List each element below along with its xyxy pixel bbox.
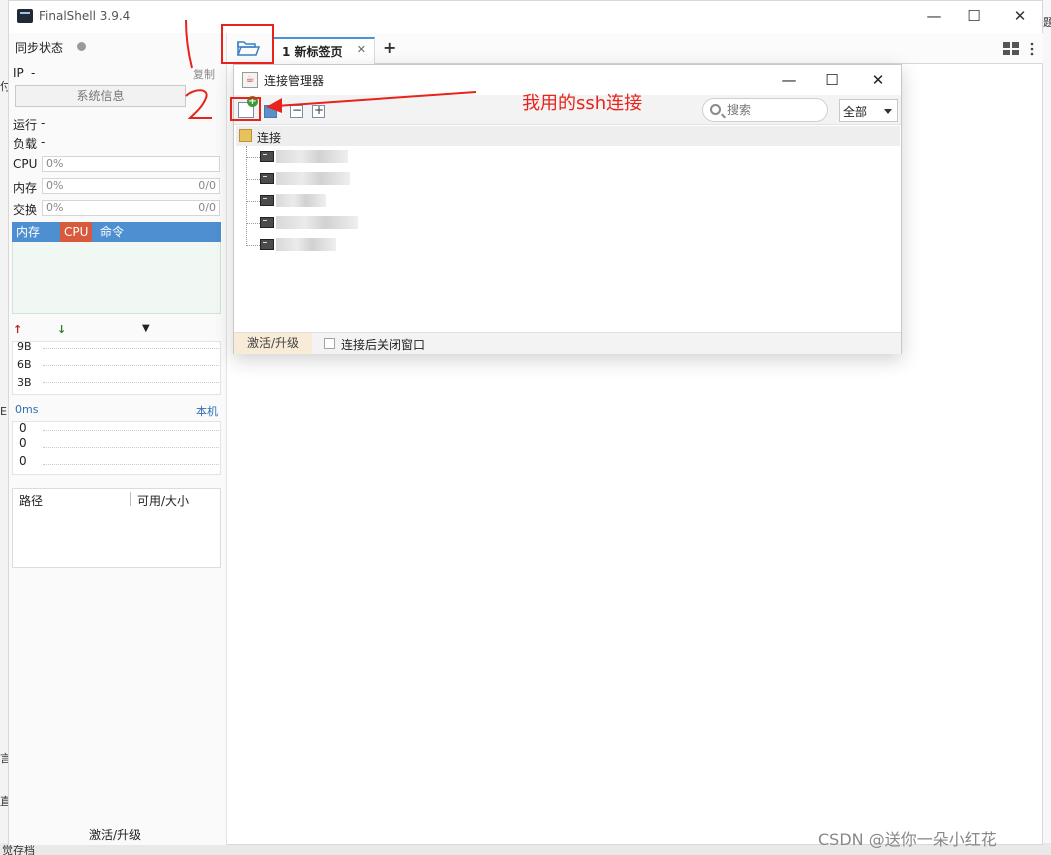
search-input[interactable] xyxy=(727,102,823,118)
redacted-connection-name xyxy=(276,238,336,251)
sync-status-label: 同步状态 xyxy=(15,41,64,55)
terminal-icon xyxy=(260,151,274,162)
connection-tree: 连接 xyxy=(234,126,901,332)
process-tab-memory[interactable]: 内存 xyxy=(12,222,44,242)
load-label: 负载 xyxy=(13,137,38,151)
grid-line xyxy=(43,447,219,448)
load-value: - xyxy=(41,135,46,149)
redacted-connection-name xyxy=(276,194,326,207)
ping-scale-label: 0 xyxy=(19,436,27,450)
redacted-connection-name xyxy=(276,150,348,163)
swap-meter: 0% 0/0 xyxy=(42,200,220,216)
ping-host[interactable]: 本机 xyxy=(196,403,218,419)
annotation-note: 我用的ssh连接 xyxy=(522,93,643,114)
network-scale-label: 9B xyxy=(17,340,32,353)
terminal-icon xyxy=(260,173,274,184)
tree-connection-item[interactable] xyxy=(246,236,376,254)
memory-value: 0% xyxy=(46,179,64,192)
memory-ratio: 0/0 xyxy=(198,179,216,192)
grid-line xyxy=(43,430,219,431)
tree-connection-item[interactable] xyxy=(246,214,376,232)
close-after-connect-checkbox[interactable] xyxy=(324,338,335,349)
process-tab-cpu[interactable]: CPU xyxy=(60,222,93,242)
terminal-icon xyxy=(260,239,274,250)
csdn-watermark: CSDN @送你一朵小红花 xyxy=(818,830,997,849)
chevron-down-icon xyxy=(884,109,892,114)
memory-meter: 0% 0/0 xyxy=(42,178,220,194)
network-scale-label: 6B xyxy=(17,358,32,371)
background-text-fragment: 题 xyxy=(1043,16,1051,29)
dialog-maximize-button[interactable]: ☐ xyxy=(812,69,852,91)
process-table-header: 内存 CPU 命令 xyxy=(12,222,221,242)
ping-graph: 0 0 0 xyxy=(12,421,221,475)
ping-latency: 0ms xyxy=(15,403,39,416)
background-text-fragment: E xyxy=(0,405,7,418)
ping-scale-label: 0 xyxy=(19,421,27,435)
running-label: 运行 xyxy=(13,118,38,132)
search-icon xyxy=(710,104,721,115)
cpu-label: CPU xyxy=(13,157,38,171)
process-tab-command[interactable]: 命令 xyxy=(96,222,128,242)
filter-value: 全部 xyxy=(843,105,868,119)
monitor-sidebar: 同步状态 IP - 复制 系统信息 运行 - 负载 - CPU 0% 内存 0%… xyxy=(9,33,227,845)
close-after-connect-label[interactable]: 连接后关闭窗口 xyxy=(341,336,425,353)
annotation-strokes xyxy=(185,19,477,119)
network-scale-label: 3B xyxy=(17,376,32,389)
swap-label: 交换 xyxy=(13,203,38,217)
cpu-meter: 0% xyxy=(42,156,220,172)
maximize-button[interactable]: ☐ xyxy=(954,5,994,27)
running-value: - xyxy=(41,116,46,130)
dialog-status-bar: 激活/升级 连接后关闭窗口 xyxy=(234,332,901,354)
activate-upgrade-link[interactable]: 激活/升级 xyxy=(89,826,141,843)
download-arrow-icon: ↓ xyxy=(57,323,67,336)
minimize-button[interactable]: — xyxy=(914,5,954,27)
disk-header-size: 可用/大小 xyxy=(137,494,190,508)
disk-header-path: 路径 xyxy=(19,494,44,508)
terminal-icon xyxy=(260,217,274,228)
tree-connection-item[interactable] xyxy=(246,192,376,210)
layout-grid-icon[interactable] xyxy=(1003,42,1019,55)
redacted-connection-name xyxy=(276,172,350,185)
upload-arrow-icon: ↑ xyxy=(13,323,23,336)
connection-filter-select[interactable]: 全部 xyxy=(839,99,898,122)
grid-line xyxy=(43,382,219,383)
tree-connection-item[interactable] xyxy=(246,148,376,166)
connection-search[interactable] xyxy=(702,98,828,122)
grid-line xyxy=(43,464,219,465)
grid-line xyxy=(43,365,219,366)
cpu-value: 0% xyxy=(46,157,64,170)
ip-label: IP xyxy=(13,66,24,80)
memory-label: 内存 xyxy=(13,181,38,195)
redacted-connection-name xyxy=(276,216,358,229)
app-icon xyxy=(17,9,33,23)
app-title: FinalShell 3.9.4 xyxy=(39,9,131,23)
dialog-activate-upgrade-button[interactable]: 激活/升级 xyxy=(234,333,312,354)
tree-root-label: 连接 xyxy=(257,131,282,145)
ping-scale-label: 0 xyxy=(19,454,27,468)
dialog-minimize-button[interactable]: — xyxy=(769,69,809,91)
terminal-icon xyxy=(260,195,274,206)
tree-root-folder[interactable]: 连接 xyxy=(236,126,900,146)
swap-ratio: 0/0 xyxy=(198,201,216,214)
sync-status-dot-icon xyxy=(77,42,86,51)
swap-value: 0% xyxy=(46,201,64,214)
network-graph: 9B 6B 3B xyxy=(12,340,221,395)
more-icon[interactable] xyxy=(1027,42,1037,56)
close-button[interactable]: ✕ xyxy=(1000,5,1040,27)
tree-connection-item[interactable] xyxy=(246,170,376,188)
disk-table: 路径 可用/大小 xyxy=(12,488,221,568)
grid-line xyxy=(43,348,219,349)
system-info-button[interactable]: 系统信息 xyxy=(15,85,186,107)
dialog-close-button[interactable]: ✕ xyxy=(858,69,898,91)
folder-icon xyxy=(239,129,252,142)
column-divider[interactable] xyxy=(130,492,131,506)
ip-value: - xyxy=(31,66,36,80)
process-list xyxy=(12,242,221,314)
background-right-edge: 题 xyxy=(1043,0,1051,855)
background-left-edge: 付 E 言 直 xyxy=(0,0,11,855)
network-interface-dropdown-icon[interactable]: ▼ xyxy=(142,323,150,334)
